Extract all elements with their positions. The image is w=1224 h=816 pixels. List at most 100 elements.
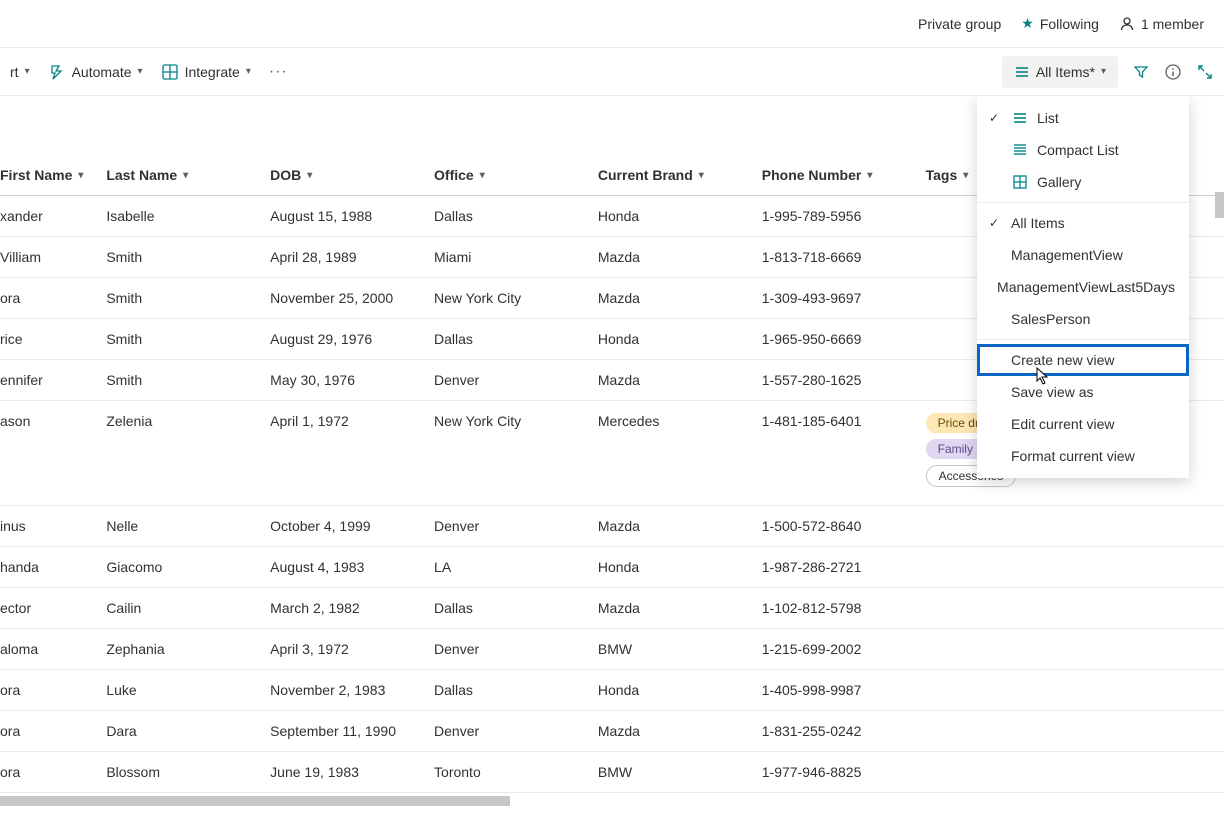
members-button[interactable]: 1 member: [1119, 16, 1204, 32]
table-row[interactable]: alomaZephaniaApril 3, 1972DenverBMW1-215…: [0, 629, 1224, 670]
edit-current-view[interactable]: Edit current view: [977, 408, 1189, 440]
col-header-dob[interactable]: DOB▾: [262, 96, 426, 196]
cell: 1-987-286-2721: [754, 547, 918, 588]
cell: LA: [426, 547, 590, 588]
cell: xander: [0, 196, 98, 237]
save-view-as[interactable]: Save view as: [977, 376, 1189, 408]
view-selector-label: All Items*: [1036, 64, 1095, 80]
cell: 1-977-946-8825: [754, 752, 918, 793]
cell: April 28, 1989: [262, 237, 426, 278]
list-icon: [1011, 110, 1029, 126]
table-row[interactable]: oraDaraSeptember 11, 1990DenverMazda1-83…: [0, 711, 1224, 752]
create-new-view[interactable]: Create new view: [977, 344, 1189, 376]
format-current-view[interactable]: Format current view: [977, 440, 1189, 472]
cell: Mazda: [590, 237, 754, 278]
table-row[interactable]: oraLukeNovember 2, 1983DallasHonda1-405-…: [0, 670, 1224, 711]
rt-label: rt: [10, 64, 19, 80]
saved-view-management-last5[interactable]: ManagementViewLast5Days: [977, 271, 1189, 303]
integrate-label: Integrate: [185, 64, 240, 80]
chevron-down-icon: ▾: [183, 170, 188, 181]
cell: New York City: [426, 401, 590, 506]
cell: Mercedes: [590, 401, 754, 506]
cell: Mazda: [590, 711, 754, 752]
gallery-icon: [1011, 174, 1029, 190]
integrate-button[interactable]: Integrate ▾: [161, 63, 251, 81]
dropdown-label: List: [1037, 110, 1059, 126]
divider: [977, 202, 1189, 203]
cell: September 11, 1990: [262, 711, 426, 752]
col-header-brand[interactable]: Current Brand▾: [590, 96, 754, 196]
cell: November 2, 1983: [262, 670, 426, 711]
view-option-compact[interactable]: Compact List: [977, 134, 1189, 166]
automate-icon: [48, 63, 66, 81]
cell: ora: [0, 670, 98, 711]
cell: March 2, 1982: [262, 588, 426, 629]
dropdown-label: Gallery: [1037, 174, 1081, 190]
cell: Blossom: [98, 752, 262, 793]
chevron-down-icon: ▾: [138, 66, 143, 77]
saved-view-management[interactable]: ManagementView: [977, 239, 1189, 271]
cell-tags: [918, 711, 1224, 752]
header-bar: Private group ★ Following 1 member: [0, 0, 1224, 48]
cell: Dallas: [426, 319, 590, 360]
col-header-first[interactable]: First Name▾: [0, 96, 98, 196]
cell: May 30, 1976: [262, 360, 426, 401]
scrollbar-horizontal[interactable]: [0, 796, 510, 806]
cell: Smith: [98, 237, 262, 278]
dropdown-label: SalesPerson: [1011, 311, 1090, 327]
table-row[interactable]: inusNelleOctober 4, 1999DenverMazda1-500…: [0, 506, 1224, 547]
cell: Smith: [98, 360, 262, 401]
compact-list-icon: [1011, 142, 1029, 158]
check-icon: ✓: [985, 216, 1003, 230]
private-group-label: Private group: [918, 16, 1001, 32]
cell: Mazda: [590, 360, 754, 401]
cell: 1-215-699-2002: [754, 629, 918, 670]
cell: 1-309-493-9697: [754, 278, 918, 319]
dropdown-label: Edit current view: [1011, 416, 1114, 432]
table-row[interactable]: oraBlossomJune 19, 1983TorontoBMW1-977-9…: [0, 752, 1224, 793]
cell: Honda: [590, 547, 754, 588]
saved-view-all-items[interactable]: ✓ All Items: [977, 207, 1189, 239]
list-icon: [1014, 64, 1030, 80]
cell: Nelle: [98, 506, 262, 547]
expand-icon[interactable]: [1196, 63, 1214, 81]
more-button[interactable]: ···: [269, 63, 288, 81]
cell: Zelenia: [98, 401, 262, 506]
person-icon: [1119, 16, 1135, 32]
table-row[interactable]: ectorCailinMarch 2, 1982DallasMazda1-102…: [0, 588, 1224, 629]
cell: Honda: [590, 196, 754, 237]
cell: 1-481-185-6401: [754, 401, 918, 506]
cell: ason: [0, 401, 98, 506]
cell: 1-965-950-6669: [754, 319, 918, 360]
cell: November 25, 2000: [262, 278, 426, 319]
cell: Giacomo: [98, 547, 262, 588]
cell-tags: [918, 670, 1224, 711]
cell: Honda: [590, 319, 754, 360]
col-header-phone[interactable]: Phone Number▾: [754, 96, 918, 196]
view-option-gallery[interactable]: Gallery: [977, 166, 1189, 198]
info-icon[interactable]: [1164, 63, 1182, 81]
col-header-last[interactable]: Last Name▾: [98, 96, 262, 196]
automate-button[interactable]: Automate ▾: [48, 63, 143, 81]
cell: 1-405-998-9987: [754, 670, 918, 711]
view-selector-button[interactable]: All Items* ▾: [1002, 56, 1118, 88]
automate-label: Automate: [72, 64, 132, 80]
cell-tags: [918, 629, 1224, 670]
chevron-down-icon: ▾: [307, 170, 312, 181]
cell: Mazda: [590, 506, 754, 547]
saved-view-salesperson[interactable]: SalesPerson: [977, 303, 1189, 335]
cell: Dallas: [426, 670, 590, 711]
table-row[interactable]: handaGiacomoAugust 4, 1983LAHonda1-987-2…: [0, 547, 1224, 588]
col-header-office[interactable]: Office▾: [426, 96, 590, 196]
chevron-down-icon: ▾: [246, 66, 251, 77]
scrollbar-vertical[interactable]: [1215, 192, 1224, 218]
filter-icon[interactable]: [1132, 63, 1150, 81]
cell: October 4, 1999: [262, 506, 426, 547]
rt-btn[interactable]: rt ▾: [10, 64, 30, 80]
chevron-down-icon: ▾: [1101, 66, 1106, 77]
following-button[interactable]: ★ Following: [1021, 15, 1099, 32]
cell: August 29, 1976: [262, 319, 426, 360]
cell: Villiam: [0, 237, 98, 278]
view-option-list[interactable]: ✓ List: [977, 102, 1189, 134]
command-bar: rt ▾ Automate ▾ Integrate ▾ ··· All Item…: [0, 48, 1224, 96]
